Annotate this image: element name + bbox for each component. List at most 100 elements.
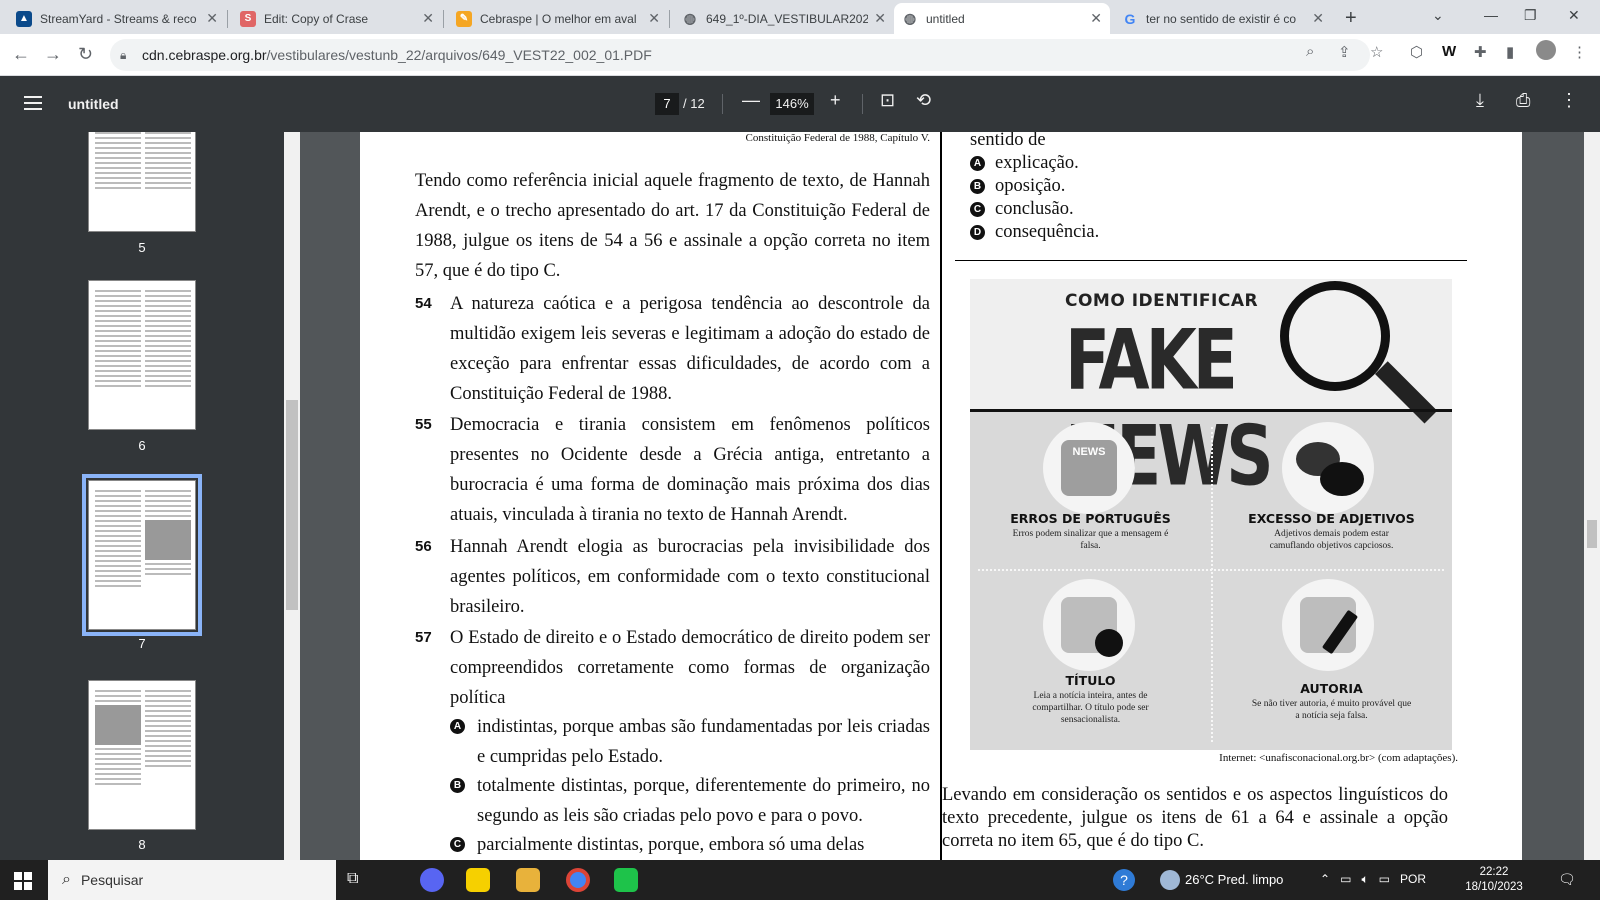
answer-option: A indistintas, porque ambas são fundamen… bbox=[450, 712, 930, 772]
discord-icon[interactable] bbox=[420, 868, 444, 892]
tab-edit-copy[interactable]: S Edit: Copy of Crase ✕ bbox=[232, 3, 442, 34]
item-number: 57 bbox=[415, 629, 432, 646]
profile-avatar[interactable] bbox=[1536, 40, 1556, 60]
puzzle-extensions-icon[interactable]: ✚ bbox=[1474, 43, 1487, 61]
thumbnail-page-8[interactable] bbox=[88, 680, 196, 830]
app-icon[interactable] bbox=[614, 868, 638, 892]
document-pen-icon bbox=[1282, 579, 1374, 671]
weather-text[interactable]: 26°C Pred. limpo bbox=[1185, 872, 1283, 887]
file-explorer-icon[interactable] bbox=[516, 868, 540, 892]
answer-option: C parcialmente distintas, porque, embora… bbox=[450, 830, 930, 860]
sticky-notes-icon[interactable] bbox=[466, 868, 490, 892]
divider bbox=[722, 94, 723, 114]
zoom-level-input[interactable]: 146% bbox=[770, 93, 814, 115]
kebab-menu-icon[interactable]: ⋮ bbox=[1572, 43, 1587, 61]
bubble-front bbox=[1320, 462, 1364, 496]
back-arrow-icon[interactable]: ← bbox=[12, 44, 30, 65]
option-text: conclusão. bbox=[995, 199, 1074, 219]
bookmark-star-icon[interactable]: ☆ bbox=[1370, 43, 1383, 61]
system-tray: ⌃ ▭ 🔈︎ ▭ POR bbox=[1320, 872, 1426, 887]
share-icon[interactable]: ⇪ bbox=[1338, 43, 1351, 61]
tab-search-chevron-icon[interactable]: ⌄ bbox=[1432, 7, 1444, 24]
option-letter-badge: C bbox=[450, 837, 465, 852]
column-divider bbox=[940, 132, 942, 860]
close-icon[interactable]: ✕ bbox=[1312, 10, 1324, 27]
zoom-magnifier-icon[interactable]: ⌕ bbox=[1306, 43, 1314, 60]
network-icon[interactable]: ▭ bbox=[1340, 872, 1351, 886]
thumbnail-sidebar: 5 6 7 8 bbox=[0, 132, 300, 860]
option-text: explicação. bbox=[995, 153, 1079, 173]
globe-icon: ◍ bbox=[683, 10, 697, 26]
close-icon[interactable]: ✕ bbox=[206, 10, 218, 27]
tab-google-search[interactable]: G ter no sentido de existir é co ✕ bbox=[1114, 3, 1332, 34]
tab-title: ter no sentido de existir é co bbox=[1146, 11, 1297, 26]
chevron-up-icon[interactable]: ⌃ bbox=[1320, 872, 1330, 886]
thumbnail-page-6[interactable] bbox=[88, 280, 196, 430]
clock-time: 22:22 bbox=[1479, 866, 1509, 878]
print-icon[interactable]: ⎙ bbox=[1516, 90, 1530, 111]
question-item: 55 Democracia e tirania consistem em fen… bbox=[415, 410, 930, 530]
zoom-in-icon[interactable]: + bbox=[830, 90, 841, 111]
taskbar-search-box[interactable]: ⌕ Pesquisar bbox=[48, 860, 336, 900]
battery-icon[interactable]: ▭ bbox=[1379, 872, 1390, 886]
right-column-text: sentido de bbox=[970, 132, 1046, 150]
volume-icon[interactable]: 🔈︎ bbox=[1361, 872, 1368, 886]
reload-icon[interactable]: ↻ bbox=[78, 44, 93, 65]
side-panel-icon[interactable]: ▮ bbox=[1506, 43, 1514, 61]
viewer-scrollbar-thumb[interactable] bbox=[1587, 520, 1597, 548]
cell-label: TÍTULO bbox=[1065, 673, 1116, 688]
more-options-icon[interactable]: ⋮ bbox=[1560, 90, 1578, 111]
streamyard-icon: ▲ bbox=[16, 10, 32, 27]
task-view-icon[interactable]: ⧉ bbox=[347, 870, 371, 894]
tab-cebraspe[interactable]: ✎ Cebraspe | O melhor em aval ✕ bbox=[448, 3, 668, 34]
thumbnail-number: 7 bbox=[138, 636, 146, 651]
minimize-icon[interactable]: — bbox=[1484, 7, 1498, 23]
rotate-icon[interactable]: ⟲ bbox=[916, 90, 931, 111]
tab-streamyard[interactable]: ▲ StreamYard - Streams & reco ✕ bbox=[8, 3, 226, 34]
item-number: 54 bbox=[415, 295, 432, 312]
close-icon[interactable]: ✕ bbox=[874, 10, 886, 27]
chrome-icon[interactable] bbox=[566, 868, 590, 892]
windows-start-icon[interactable] bbox=[14, 872, 32, 890]
zoom-out-icon[interactable]: — bbox=[742, 90, 760, 111]
close-icon[interactable]: ✕ bbox=[422, 10, 434, 27]
tab-vestibular[interactable]: ◍ 649_1º-DIA_VESTIBULAR202 ✕ bbox=[674, 3, 894, 34]
system-clock[interactable]: 22:22 18/10/2023 bbox=[1460, 865, 1528, 895]
item-text: O Estado de direito e o Estado democráti… bbox=[450, 628, 930, 708]
tab-separator bbox=[443, 10, 444, 28]
wikipedia-extension-icon[interactable]: W bbox=[1442, 43, 1456, 60]
close-icon[interactable]: ✕ bbox=[648, 10, 660, 27]
extension-shield-icon[interactable]: ⬡ bbox=[1410, 43, 1423, 61]
notification-icon[interactable]: 🗨︎ bbox=[1558, 871, 1576, 888]
windows-taskbar: ⌕ Pesquisar ⧉ ? 26°C Pred. limpo ⌃ ▭ 🔈︎ … bbox=[0, 860, 1600, 900]
forward-arrow-icon[interactable]: → bbox=[44, 44, 62, 65]
viewer-scrollbar[interactable] bbox=[1584, 132, 1600, 860]
help-icon[interactable]: ? bbox=[1113, 869, 1135, 891]
url-host: cdn.cebraspe.org.br bbox=[142, 47, 267, 63]
close-icon[interactable]: ✕ bbox=[1090, 10, 1102, 27]
option-letter-badge: A bbox=[450, 719, 465, 734]
fit-page-icon[interactable]: ⊡ bbox=[880, 90, 895, 111]
hamburger-menu-icon[interactable] bbox=[24, 96, 42, 110]
language-indicator[interactable]: POR bbox=[1400, 872, 1426, 886]
address-input[interactable]: 🔒︎ cdn.cebraspe.org.br/vestibulares/vest… bbox=[110, 39, 1370, 71]
maximize-icon[interactable]: ❐ bbox=[1524, 7, 1537, 24]
option-letter-badge: A bbox=[970, 156, 985, 171]
weather-icon[interactable] bbox=[1160, 870, 1180, 890]
thumbnail-page-7-selected[interactable] bbox=[82, 474, 202, 636]
new-tab-button[interactable]: + bbox=[1345, 7, 1357, 30]
thumbnail-page-5[interactable] bbox=[88, 132, 196, 232]
right-option: Aexplicação. bbox=[970, 152, 1079, 175]
tab-title: 649_1º-DIA_VESTIBULAR202 bbox=[706, 11, 869, 26]
sidebar-scrollbar-thumb[interactable] bbox=[286, 400, 298, 610]
final-instruction: Levando em consideração os sentidos e os… bbox=[942, 785, 1448, 851]
download-icon[interactable]: ⤓ bbox=[1476, 90, 1484, 111]
page-number-input[interactable]: 7 bbox=[655, 93, 679, 115]
tab-untitled-active[interactable]: ◍ untitled ✕ bbox=[894, 3, 1110, 34]
tab-title: StreamYard - Streams & reco bbox=[40, 11, 197, 26]
close-window-icon[interactable]: ✕ bbox=[1568, 7, 1580, 24]
tab-strip: ▲ StreamYard - Streams & reco ✕ S Edit: … bbox=[0, 0, 1600, 34]
cell-label: EXCESSO DE ADJETIVOS bbox=[1248, 511, 1415, 526]
thumbnail-number: 8 bbox=[138, 837, 146, 852]
option-letter-badge: D bbox=[970, 225, 985, 240]
